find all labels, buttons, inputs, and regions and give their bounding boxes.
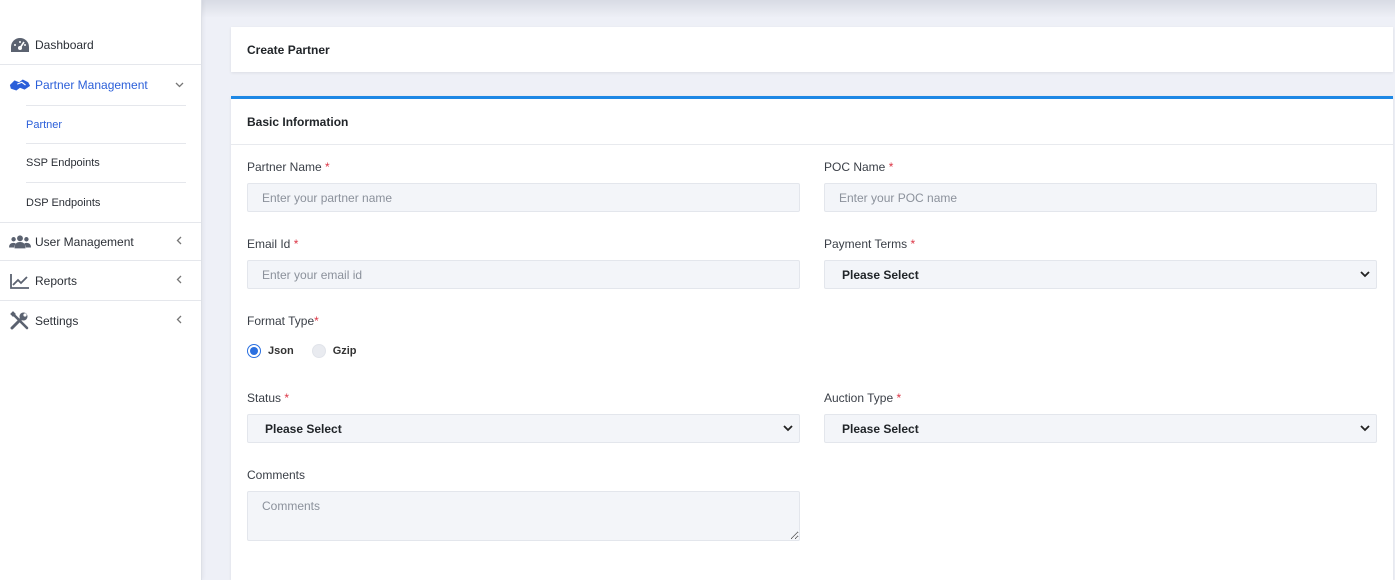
sidebar-subitem-partner[interactable]: Partner [26,105,186,144]
chevron-down-icon [783,425,793,432]
required-mark: * [293,237,299,251]
chevron-left-icon [174,275,184,287]
format-type-label: Format Type* [247,314,319,328]
status-label-text: Status [247,391,282,405]
sidebar-item-label: Partner Management [35,77,148,92]
format-json-label[interactable]: Json [268,345,294,357]
sidebar-item-settings[interactable]: Settings [0,301,201,340]
page-title: Create Partner [247,42,330,57]
payment-terms-select[interactable]: Please Select [824,260,1377,289]
format-gzip-radio[interactable] [311,344,326,358]
sidebar-item-label: User Management [35,234,134,249]
sidebar-item-dashboard[interactable]: Dashboard [0,26,201,65]
page-title-card: Create Partner [231,27,1393,72]
sidebar-subitem-label: SSP Endpoints [26,157,100,169]
required-mark: * [284,391,290,405]
format-type-label-text: Format Type [247,314,315,328]
line-chart-icon [9,271,31,291]
sidebar-subitem-label: Partner [26,118,63,131]
chevron-down-icon [1360,271,1370,278]
required-mark: * [325,160,330,174]
sidebar-item-label: Dashboard [35,38,94,52]
basic-information-card: Basic Information Partner Name * POC Nam… [231,96,1393,580]
email-label: Email Id * [247,237,298,251]
chevron-down-icon [174,79,184,91]
dashboard-gauge-icon [9,35,31,55]
payment-terms-selected: Please Select [842,267,919,282]
auction-type-selected: Please Select [842,421,919,436]
comments-label: Comments [247,468,305,482]
payment-terms-label: Payment Terms * [824,237,915,251]
chevron-down-icon [1360,425,1370,432]
required-mark: * [888,160,894,174]
handshake-icon [9,75,31,95]
format-json-radio[interactable] [247,344,261,358]
auction-type-label: Auction Type * [824,391,901,405]
chevron-left-icon [174,315,184,327]
sidebar-item-partner-management[interactable]: Partner Management [0,65,201,104]
sidebar-subitem-ssp-endpoints[interactable]: SSP Endpoints [26,144,186,183]
partner-name-label: Partner Name * [247,160,330,174]
auction-type-select[interactable]: Please Select [824,414,1377,443]
required-mark: * [910,237,916,251]
sidebar-item-reports[interactable]: Reports [0,262,201,301]
tools-icon [9,310,31,331]
format-gzip-label[interactable]: Gzip [333,345,357,357]
comments-label-text: Comments [247,468,306,482]
format-type-radio-group: Json Gzip [247,344,375,358]
auction-type-label-text: Auction Type [824,391,894,405]
sidebar-item-user-management[interactable]: User Management [0,222,201,261]
partner-name-label-text: Partner Name [247,160,322,174]
status-label: Status * [247,391,289,405]
sidebar-item-label: Settings [35,313,79,328]
poc-name-label: POC Name * [824,160,893,174]
sidebar: Dashboard Partner Management Partner SSP… [0,0,202,580]
users-icon [9,232,31,252]
section-title-text: Basic Information [247,114,349,129]
status-selected: Please Select [265,421,342,436]
poc-name-label-text: POC Name [824,160,886,174]
email-label-text: Email Id [247,237,291,251]
status-select[interactable]: Please Select [247,414,800,443]
chevron-left-icon [174,236,184,248]
email-input[interactable] [247,260,800,289]
partner-name-input[interactable] [247,183,800,212]
sidebar-subitem-label: DSP Endpoints [26,196,101,209]
sidebar-subitem-dsp-endpoints[interactable]: DSP Endpoints [26,183,186,222]
required-mark: * [896,391,902,405]
topbar [202,0,1395,18]
poc-name-input[interactable] [824,183,1377,212]
comments-textarea[interactable] [247,491,800,541]
section-title: Basic Information [231,99,1393,145]
sidebar-item-label: Reports [35,274,78,288]
required-mark: * [314,314,319,328]
payment-terms-label-text: Payment Terms [824,237,908,251]
